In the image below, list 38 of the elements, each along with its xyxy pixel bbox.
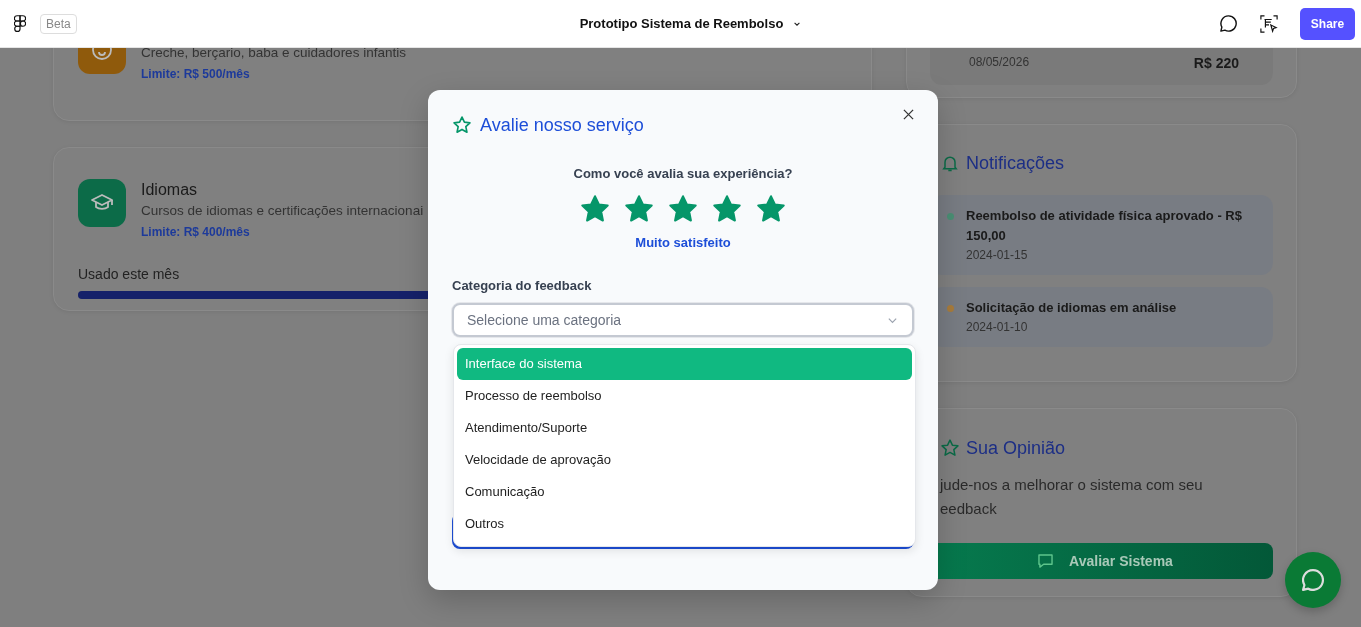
chat-icon — [1302, 569, 1324, 591]
dev-mode-icon[interactable] — [1260, 14, 1278, 33]
star-icon — [940, 438, 960, 458]
category-select[interactable]: Selecione uma categoria — [452, 303, 914, 337]
rating-label: Muito satisfeito — [635, 235, 731, 250]
close-icon[interactable] — [903, 108, 914, 120]
opinion-text: eedback — [940, 499, 998, 519]
category-label: Categoria do feedback — [452, 278, 592, 293]
recent-amount: R$ 220 — [1193, 55, 1239, 71]
notification-date: 2024-01-15 — [966, 247, 1029, 264]
share-button[interactable]: Share — [1300, 7, 1355, 40]
limit-text: Limite: R$ 500/mês — [141, 66, 251, 83]
star-icon — [452, 115, 472, 135]
category-option[interactable]: Comunicação — [457, 476, 912, 508]
comment-icon[interactable] — [1219, 14, 1238, 33]
beta-badge: Beta — [40, 13, 77, 34]
figma-logo-icon[interactable] — [14, 14, 26, 33]
opinion-text: jude-nos a melhorar o sistema com seu — [940, 475, 1204, 495]
category-option[interactable]: Outros — [457, 508, 912, 540]
recent-date: 08/05/2026 — [969, 55, 1030, 69]
message-icon — [1038, 554, 1054, 568]
benefit-description: Cursos de idiomas e certificações internacionai — [141, 202, 424, 220]
benefit-description: Creche, berçario, baba e cuidadores infantis — [141, 48, 406, 62]
dialog-title: Avalie nosso serviço — [480, 114, 644, 136]
category-option[interactable]: Velocidade de aprovação — [457, 444, 912, 476]
notification-text: Solicitação de idiomas em análise — [966, 299, 1177, 317]
notification-date: 2024-01-10 — [966, 319, 1029, 336]
chat-button[interactable] — [1285, 552, 1341, 608]
category-option[interactable]: Processo de reembolso — [457, 380, 912, 412]
category-option[interactable]: Atendimento/Suporte — [457, 412, 912, 444]
benefit-title: Idiomas — [141, 180, 199, 200]
notifications-title: Notificações — [966, 152, 1065, 174]
usage-label: Usado este mês — [78, 266, 181, 282]
file-title-menu[interactable]: Prototipo Sistema de Reembolso — [579, 16, 802, 31]
opinion-title: Sua Opinião — [966, 437, 1066, 459]
limit-text: Limite: R$ 400/mês — [141, 224, 251, 241]
notification-text: Reembolso de atividade física aprovado - R$ 150,00 — [966, 207, 1243, 245]
rating-question: Como você avalia sua experiência? — [573, 166, 793, 181]
